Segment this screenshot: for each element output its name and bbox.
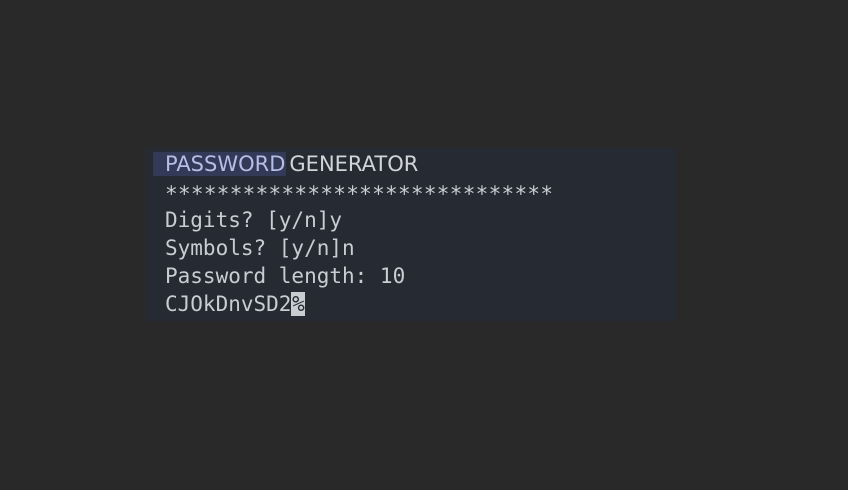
- desktop-background: PASSWORD GENERATOR **********************…: [0, 0, 848, 490]
- password-length-prompt: Password length: 10: [165, 264, 406, 288]
- generated-password-line[interactable]: CJOkDnvSD2%: [165, 292, 306, 316]
- digits-prompt: Digits? [y/n]y: [165, 208, 343, 232]
- trailing-underscore: _: [627, 304, 637, 321]
- terminal-cursor: %: [291, 292, 306, 316]
- title-rest: GENERATOR: [289, 152, 419, 176]
- terminal-window[interactable]: PASSWORD GENERATOR **********************…: [145, 148, 675, 321]
- symbols-prompt: Symbols? [y/n]n: [165, 236, 355, 260]
- terminal-title-line: PASSWORD GENERATOR: [153, 152, 418, 176]
- stars-divider: ******************************: [165, 182, 554, 206]
- title-highlight: PASSWORD: [153, 152, 287, 176]
- generated-password: CJOkDnvSD2: [165, 292, 292, 316]
